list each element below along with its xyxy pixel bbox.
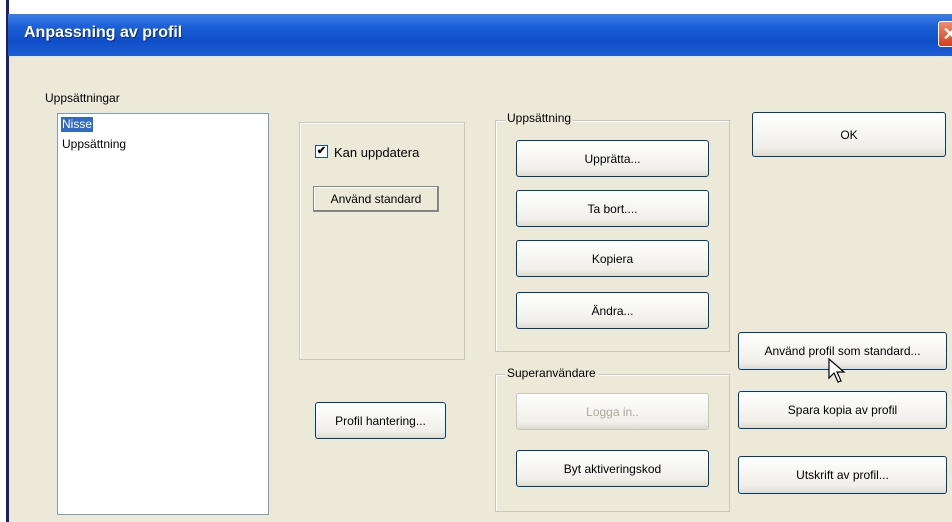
setups-listbox[interactable]: Nisse Uppsättning bbox=[57, 113, 269, 515]
can-update-label[interactable]: Kan uppdatera bbox=[334, 145, 419, 160]
profile-management-button[interactable]: Profil hantering... bbox=[315, 402, 446, 439]
superuser-group-legend: Superanvändare bbox=[505, 366, 598, 380]
edit-button[interactable]: Ändra... bbox=[516, 292, 709, 329]
ok-button[interactable]: OK bbox=[752, 112, 946, 157]
use-standard-button[interactable]: Använd standard bbox=[313, 186, 439, 212]
list-item[interactable]: Uppsättning bbox=[61, 137, 127, 152]
can-update-checkbox[interactable]: ✔ bbox=[315, 145, 328, 158]
login-button[interactable]: Logga in.. bbox=[516, 393, 709, 430]
delete-button[interactable]: Ta bort.... bbox=[516, 190, 709, 227]
title-bar[interactable]: Anpassning av profil ✕ bbox=[8, 14, 952, 56]
change-activation-code-button[interactable]: Byt aktiveringskod bbox=[516, 450, 709, 487]
copy-button[interactable]: Kopiera bbox=[516, 240, 709, 277]
window-title: Anpassning av profil bbox=[24, 24, 183, 41]
setup-group-legend: Uppsättning bbox=[505, 111, 574, 125]
close-icon[interactable]: ✕ bbox=[938, 21, 952, 47]
create-button[interactable]: Upprätta... bbox=[516, 140, 709, 177]
mouse-cursor-icon bbox=[828, 358, 846, 383]
setups-label: Uppsättningar bbox=[45, 91, 120, 105]
list-item[interactable]: Nisse bbox=[61, 117, 94, 132]
print-profile-button[interactable]: Utskrift av profil... bbox=[738, 456, 947, 494]
save-profile-copy-button[interactable]: Spara kopia av profil bbox=[738, 391, 947, 429]
